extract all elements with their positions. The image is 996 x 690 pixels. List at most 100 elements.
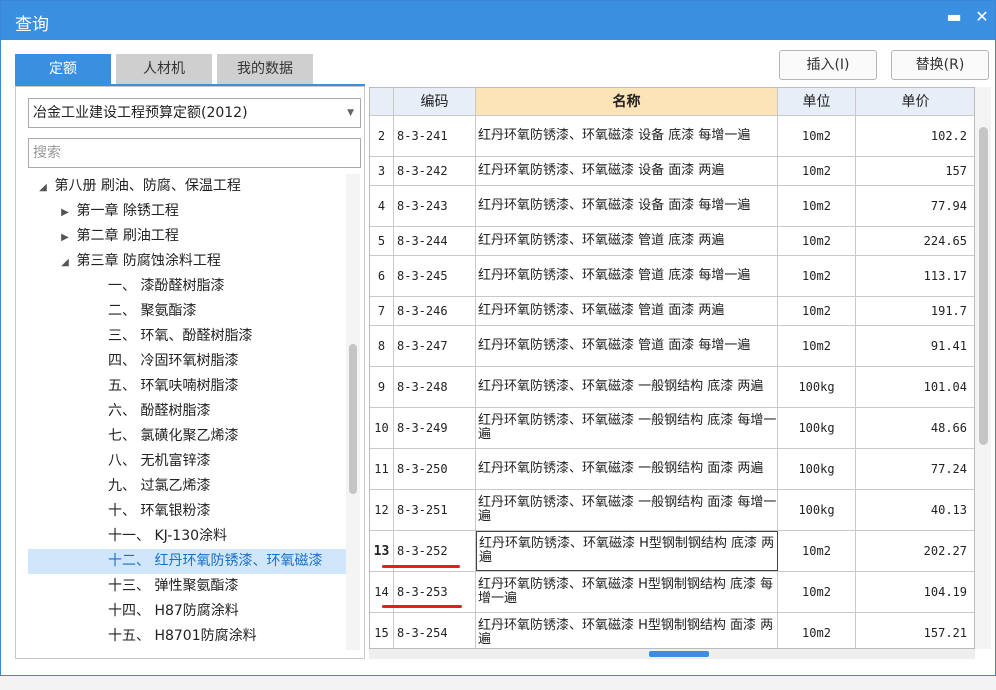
unit-cell[interactable]: 10m2 [778,157,856,185]
table-row[interactable]: 5 8-3-244 红丹环氧防锈漆、环氧磁漆 管道 底漆 两遍 10m2 224.65 [370,227,974,256]
table-row[interactable]: 7 8-3-246 红丹环氧防锈漆、环氧磁漆 管道 面漆 两遍 10m2 191.7 [370,297,974,326]
quota-library-select[interactable]: 冶金工业建设工程预算定额(2012) ▼ [28,98,361,128]
tab-labor-material-machine[interactable]: 人材机 [116,54,212,84]
code-cell[interactable]: 8-3-249 [394,408,476,448]
price-cell[interactable]: 224.65 [856,227,974,255]
name-cell[interactable]: 红丹环氧防锈漆、环氧磁漆 管道 底漆 两遍 [476,227,778,255]
tree-scroll-thumb[interactable] [349,344,357,494]
chevron-down-icon[interactable]: ▼ [347,99,354,127]
code-cell[interactable]: 8-3-244 [394,227,476,255]
code-cell[interactable]: 8-3-248 [394,367,476,407]
unit-cell[interactable]: 100kg [778,490,856,530]
unit-cell[interactable]: 10m2 [778,297,856,325]
price-cell[interactable]: 77.24 [856,449,974,489]
code-header[interactable]: 编码 [394,88,476,116]
code-cell[interactable]: 8-3-247 [394,326,476,366]
name-cell[interactable]: 红丹环氧防锈漆、环氧磁漆 H型钢制钢结构 底漆 两遍 [476,531,778,571]
tree-node[interactable]: ▶ 第二章 刷油工程 [28,224,346,249]
price-header[interactable]: 单价 [856,88,974,116]
insert-button[interactable]: 插入(I) [779,50,877,80]
tree-node[interactable]: ◢ 第八册 刷油、防腐、保温工程 [28,174,346,199]
unit-cell[interactable]: 10m2 [778,256,856,296]
tab-quota[interactable]: 定额 [15,54,111,84]
price-cell[interactable]: 113.17 [856,256,974,296]
unit-cell[interactable]: 10m2 [778,531,856,571]
name-cell[interactable]: 红丹环氧防锈漆、环氧磁漆 一般钢结构 底漆 两遍 [476,367,778,407]
price-cell[interactable]: 104.19 [856,572,974,612]
name-cell[interactable]: 红丹环氧防锈漆、环氧磁漆 一般钢结构 面漆 两遍 [476,449,778,489]
table-hscrollbar[interactable] [369,649,975,659]
close-icon[interactable]: ✕ [969,7,995,26]
tree-node[interactable]: 八、 无机富锌漆 [28,449,346,474]
price-cell[interactable]: 77.94 [856,186,974,226]
price-cell[interactable]: 48.66 [856,408,974,448]
table-scroll-thumb[interactable] [979,127,988,445]
tree-node[interactable]: 十五、 H8701防腐涂料 [28,624,346,649]
tree-node[interactable]: ◢ 第三章 防腐蚀涂料工程 [28,249,346,274]
table-row[interactable]: 9 8-3-248 红丹环氧防锈漆、环氧磁漆 一般钢结构 底漆 两遍 100kg 101… [370,367,974,408]
table-row[interactable]: 12 8-3-251 红丹环氧防锈漆、环氧磁漆 一般钢结构 面漆 每增一遍 100kg… [370,490,974,531]
minimize-icon[interactable]: ▬ [941,7,967,26]
expand-arrow-icon[interactable]: ▶ [58,225,72,250]
name-cell[interactable]: 红丹环氧防锈漆、环氧磁漆 管道 面漆 两遍 [476,297,778,325]
code-cell[interactable]: 8-3-245 [394,256,476,296]
tree-node[interactable]: 十二、 红丹环氧防锈漆、环氧磁漆 [28,549,346,574]
name-cell[interactable]: 红丹环氧防锈漆、环氧磁漆 设备 面漆 每增一遍 [476,186,778,226]
tree-node[interactable]: 五、 环氧呋喃树脂漆 [28,374,346,399]
tree-node[interactable]: 十、 环氧银粉漆 [28,499,346,524]
price-cell[interactable]: 202.27 [856,531,974,571]
code-cell[interactable]: 8-3-250 [394,449,476,489]
tree-node[interactable]: 三、 环氧、酚醛树脂漆 [28,324,346,349]
name-cell[interactable]: 红丹环氧防锈漆、环氧磁漆 设备 底漆 每增一遍 [476,116,778,156]
name-header[interactable]: 名称 [476,88,778,116]
collapse-arrow-icon[interactable]: ◢ [58,250,72,275]
collapse-arrow-icon[interactable]: ◢ [36,175,50,200]
table-row[interactable]: 15 8-3-254 红丹环氧防锈漆、环氧磁漆 H型钢制钢结构 面漆 两遍 10m2 1… [370,613,974,648]
code-cell[interactable]: 8-3-251 [394,490,476,530]
tree-node[interactable]: 十三、 弹性聚氨酯漆 [28,574,346,599]
tree-node[interactable]: 十四、 H87防腐涂料 [28,599,346,624]
unit-cell[interactable]: 100kg [778,449,856,489]
title-bar[interactable]: 查询 ▬ ✕ [1,1,995,40]
code-cell[interactable]: 8-3-242 [394,157,476,185]
tree-node[interactable]: ▶ 第一章 除锈工程 [28,199,346,224]
table-row[interactable]: 11 8-3-250 红丹环氧防锈漆、环氧磁漆 一般钢结构 面漆 两遍 100kg 77… [370,449,974,490]
table-row[interactable]: 4 8-3-243 红丹环氧防锈漆、环氧磁漆 设备 面漆 每增一遍 10m2 77.94 [370,186,974,227]
code-cell[interactable]: 8-3-254 [394,613,476,648]
name-cell[interactable]: 红丹环氧防锈漆、环氧磁漆 一般钢结构 底漆 每增一遍 [476,408,778,448]
code-cell[interactable]: 8-3-246 [394,297,476,325]
tree-node[interactable]: 十一、 KJ-130涂料 [28,524,346,549]
replace-button[interactable]: 替换(R) [891,50,989,80]
table-row[interactable]: 6 8-3-245 红丹环氧防锈漆、环氧磁漆 管道 底漆 每增一遍 10m2 113.1… [370,256,974,297]
table-row[interactable]: 3 8-3-242 红丹环氧防锈漆、环氧磁漆 设备 面漆 两遍 10m2 157 [370,157,974,186]
name-cell[interactable]: 红丹环氧防锈漆、环氧磁漆 管道 面漆 每增一遍 [476,326,778,366]
search-input[interactable]: 搜索 [28,138,361,168]
tree-node[interactable]: 二、 聚氨酯漆 [28,299,346,324]
unit-cell[interactable]: 10m2 [778,326,856,366]
name-cell[interactable]: 红丹环氧防锈漆、环氧磁漆 H型钢制钢结构 面漆 两遍 [476,613,778,648]
table-row[interactable]: 2 8-3-241 红丹环氧防锈漆、环氧磁漆 设备 底漆 每增一遍 10m2 102.2 [370,116,974,157]
tree-node[interactable]: 七、 氯磺化聚乙烯漆 [28,424,346,449]
table-row[interactable]: 10 8-3-249 红丹环氧防锈漆、环氧磁漆 一般钢结构 底漆 每增一遍 100kg… [370,408,974,449]
unit-cell[interactable]: 10m2 [778,186,856,226]
unit-cell[interactable]: 10m2 [778,116,856,156]
code-cell[interactable]: 8-3-243 [394,186,476,226]
table-row[interactable]: 13 8-3-252 红丹环氧防锈漆、环氧磁漆 H型钢制钢结构 底漆 两遍 10m2 2… [370,531,974,572]
tree-scrollbar[interactable] [346,174,360,650]
price-cell[interactable]: 40.13 [856,490,974,530]
unit-cell[interactable]: 10m2 [778,613,856,648]
tree-node[interactable]: 九、 过氯乙烯漆 [28,474,346,499]
table-hscroll-thumb[interactable] [649,651,709,657]
tab-my-data[interactable]: 我的数据 [217,54,313,84]
unit-cell[interactable]: 100kg [778,367,856,407]
unit-cell[interactable]: 10m2 [778,572,856,612]
price-cell[interactable]: 157.21 [856,613,974,648]
price-cell[interactable]: 157 [856,157,974,185]
price-cell[interactable]: 191.7 [856,297,974,325]
tree-node[interactable]: 六、 酚醛树脂漆 [28,399,346,424]
unit-cell[interactable]: 100kg [778,408,856,448]
table-row[interactable]: 8 8-3-247 红丹环氧防锈漆、环氧磁漆 管道 面漆 每增一遍 10m2 91.41 [370,326,974,367]
price-cell[interactable]: 102.2 [856,116,974,156]
row-number-header[interactable] [370,88,394,116]
tree-node[interactable]: 十六、 聚乙烯防腐涂料 [28,649,346,652]
